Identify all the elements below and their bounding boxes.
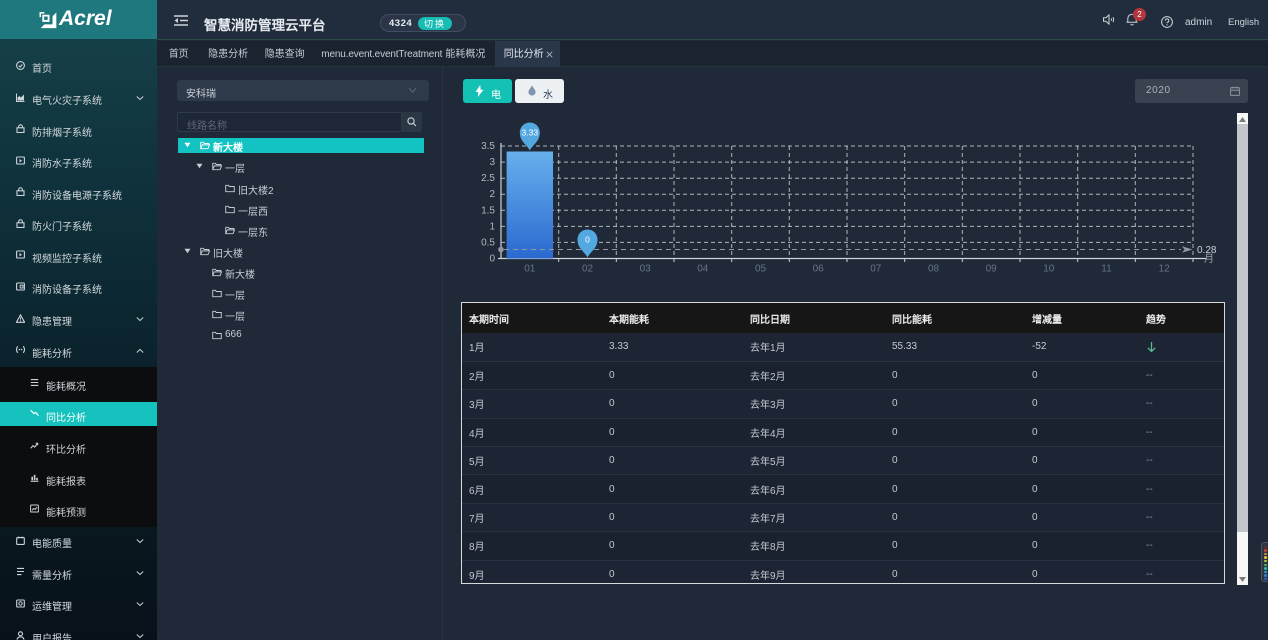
- svg-text:01: 01: [524, 264, 536, 275]
- svg-text:1.5: 1.5: [481, 205, 495, 216]
- svg-text:0: 0: [585, 235, 590, 245]
- svg-text:02: 02: [582, 264, 594, 275]
- svg-text:10: 10: [1043, 264, 1055, 275]
- svg-text:0: 0: [489, 254, 495, 265]
- svg-text:08: 08: [928, 264, 940, 275]
- svg-text:3.5: 3.5: [481, 141, 495, 152]
- svg-text:12: 12: [1159, 264, 1171, 275]
- svg-text:11: 11: [1101, 264, 1112, 275]
- svg-text:3.33: 3.33: [522, 128, 539, 138]
- svg-text:2: 2: [489, 189, 495, 200]
- svg-text:06: 06: [813, 264, 825, 275]
- svg-text:04: 04: [697, 264, 709, 275]
- svg-text:2.5: 2.5: [481, 173, 495, 184]
- svg-text:03: 03: [640, 264, 652, 275]
- svg-text:1: 1: [489, 221, 495, 232]
- svg-text:07: 07: [870, 264, 882, 275]
- svg-text:3: 3: [489, 157, 495, 168]
- svg-text:05: 05: [755, 264, 767, 275]
- svg-text:0.5: 0.5: [481, 237, 495, 248]
- svg-text:0.28: 0.28: [1197, 245, 1217, 256]
- svg-text:09: 09: [986, 264, 998, 275]
